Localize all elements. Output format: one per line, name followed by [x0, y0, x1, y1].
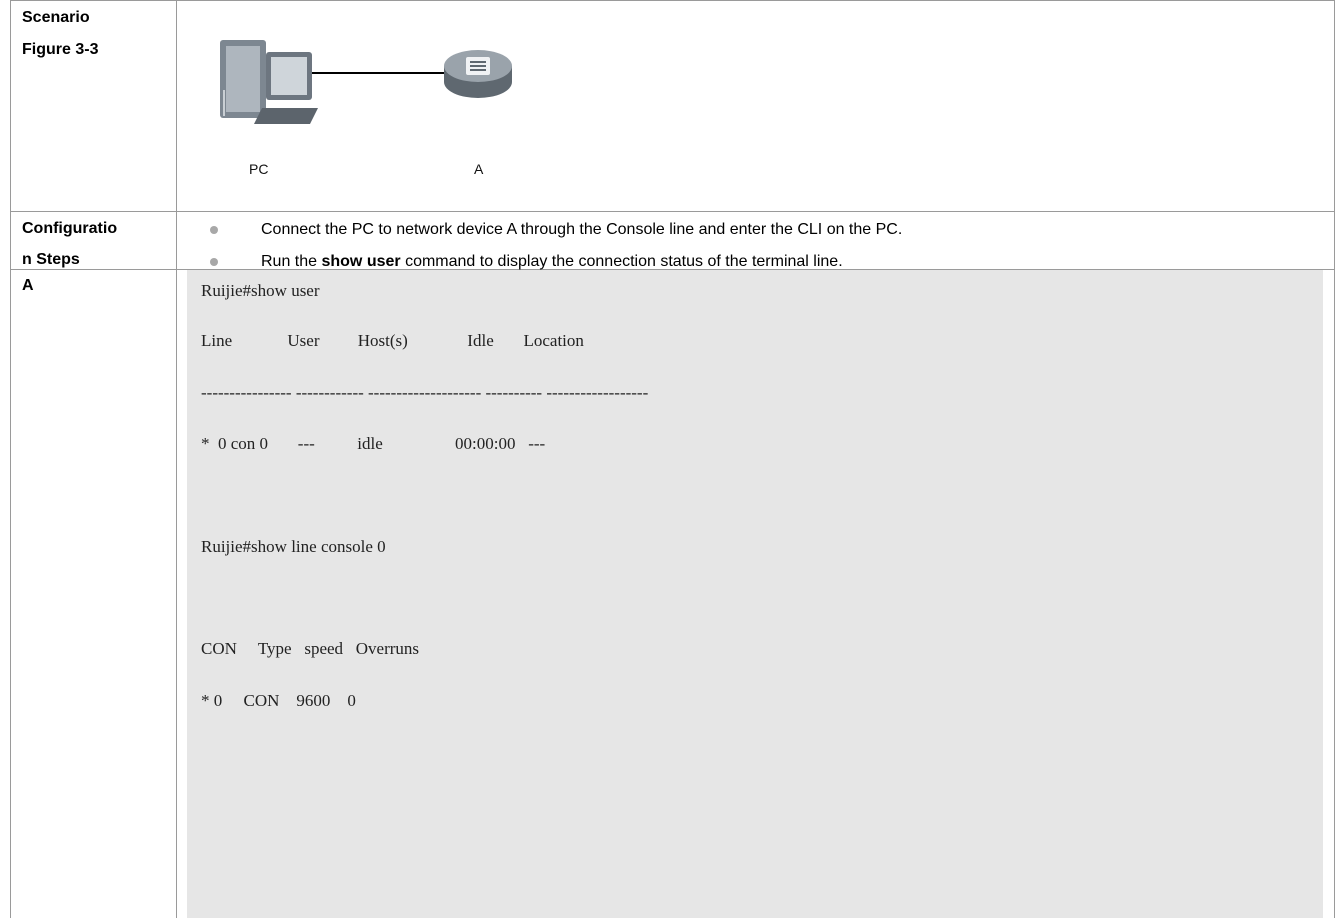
table-border-right: [1334, 0, 1335, 918]
step-command: show user: [321, 253, 401, 270]
step-text: command to display the connection status…: [400, 253, 843, 270]
device-label: A: [22, 277, 34, 294]
step-text: Connect the PC to network device A throu…: [261, 221, 903, 238]
code-line: Ruijie#show line console 0: [201, 537, 386, 556]
step-item: Connect the PC to network device A throu…: [261, 213, 902, 246]
switch-icon: [444, 50, 512, 98]
code-line: * 0 con 0 --- idle 00:00:00 ---: [201, 434, 546, 453]
bullet-icon: [210, 226, 218, 234]
code-block: [187, 270, 1323, 918]
code-line: * 0 CON 9600 0: [201, 691, 356, 710]
column-divider: [176, 0, 177, 918]
code-line: Line User Host(s) Idle Location: [201, 331, 584, 350]
table-border-top: [10, 0, 1335, 1]
scenario-label: Scenario: [22, 9, 90, 26]
device-a-label: A: [474, 161, 484, 177]
step-text: Run the: [261, 253, 322, 270]
row-divider: [10, 211, 1335, 212]
steps-label-line1: Configuratio: [22, 220, 118, 237]
table-border-left: [10, 0, 11, 918]
figure-label: Figure 3-3: [22, 41, 99, 58]
code-line: CON Type speed Overruns: [201, 639, 420, 658]
code-line: ---------------- ------------ ----------…: [201, 383, 649, 402]
pc-icon: [220, 40, 318, 124]
topology-diagram: [220, 40, 512, 124]
bullet-icon: [210, 258, 218, 266]
pc-label: PC: [249, 161, 269, 177]
code-line: Ruijie#show user: [201, 281, 320, 300]
